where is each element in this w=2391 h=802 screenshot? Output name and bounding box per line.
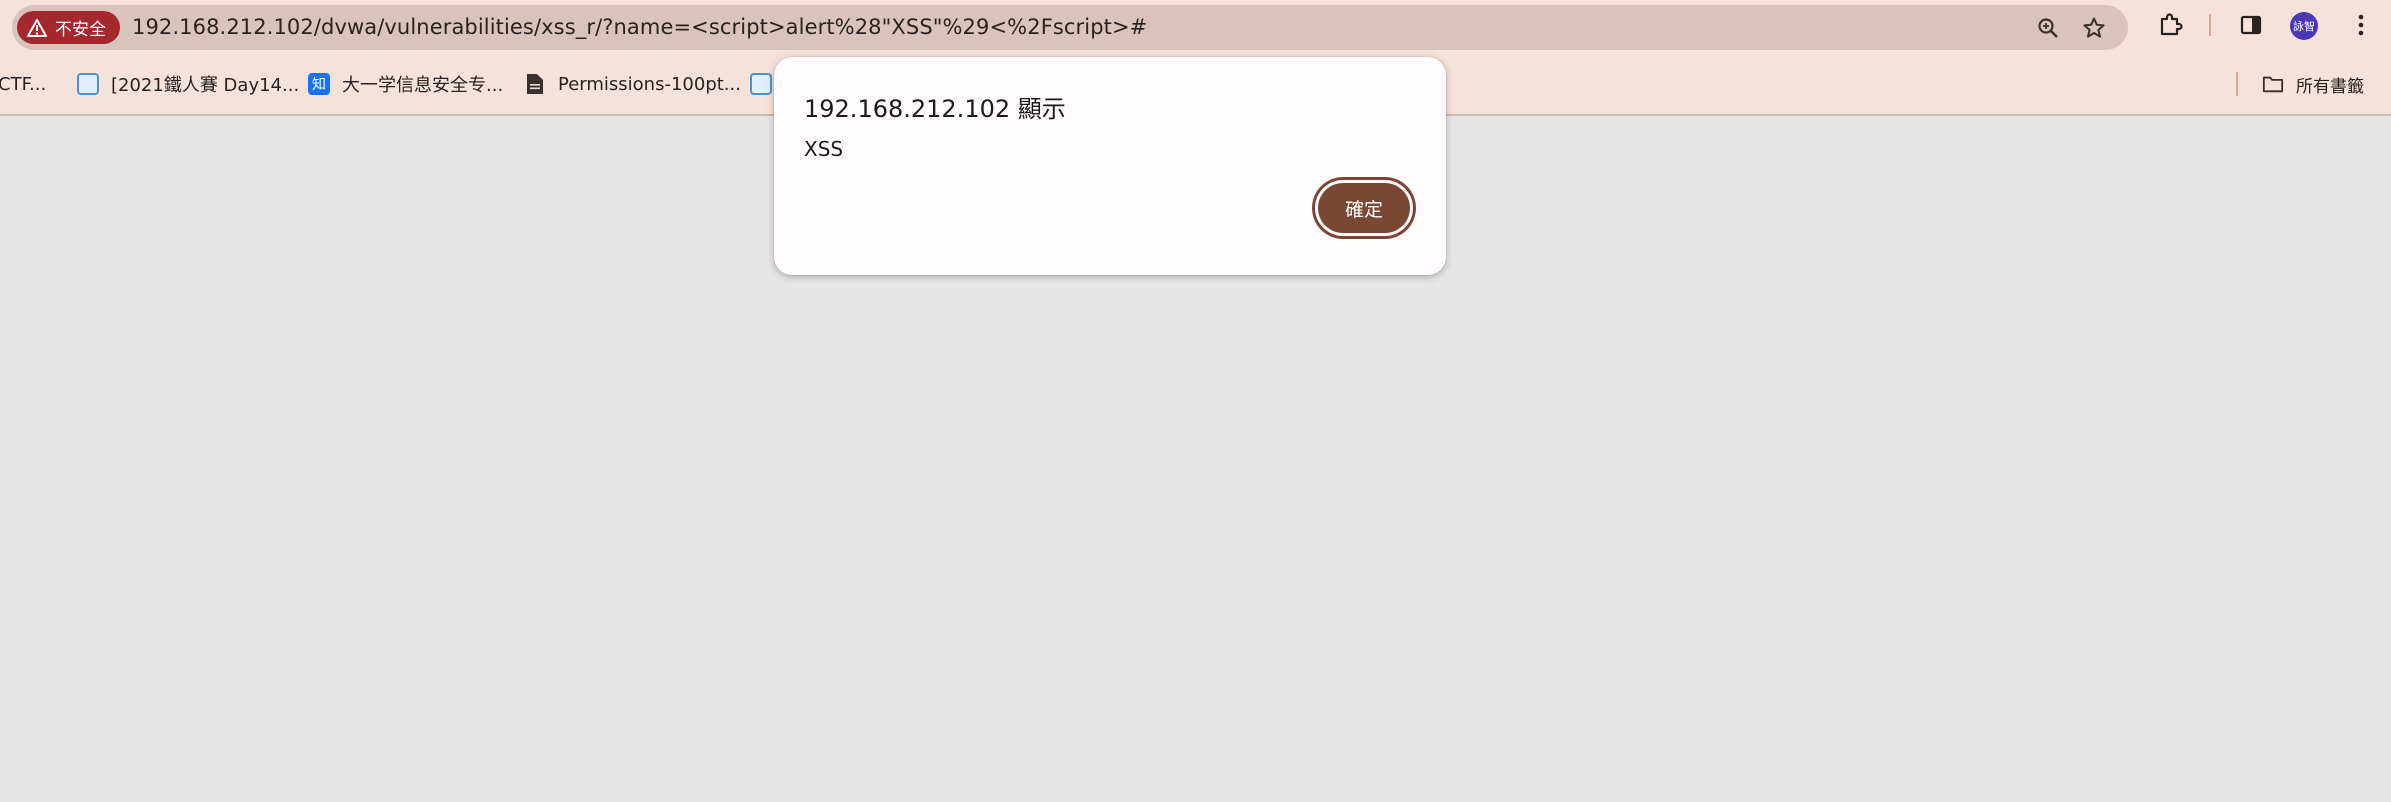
alert-dialog: 192.168.212.102 顯示 XSS 確定 [774,57,1446,275]
bookmark-item[interactable]: [2021鐵人賽 Day14... [77,68,299,100]
bookmark-star-icon[interactable] [2080,14,2108,42]
bookmark-item[interactable]: CTF... [0,68,46,100]
menu-kebab-icon[interactable] [2346,10,2376,40]
bookmark-item[interactable]: Permissions-100pt... [524,68,741,100]
warning-icon [27,18,47,37]
bookmark-label: 大一学信息安全专... [342,75,504,96]
folder-icon [2262,73,2284,95]
security-chip[interactable]: 不安全 [17,11,120,44]
bookmark-label: CTF... [0,73,47,95]
url-text[interactable]: 192.168.212.102/dvwa/vulnerabilities/xss… [132,5,1147,50]
dialog-title: 192.168.212.102 顯示 [804,95,1066,123]
profile-avatar[interactable]: 詠智 [2290,12,2318,40]
address-bar[interactable]: 不安全 192.168.212.102/dvwa/vulnerabilities… [12,5,2128,50]
extensions-icon[interactable] [2156,10,2186,40]
document-icon [524,73,546,95]
security-label: 不安全 [55,20,106,40]
side-panel-icon[interactable] [2236,10,2266,40]
ok-button[interactable]: 確定 [1318,183,1410,233]
ithome-icon [77,73,99,95]
bookmarks-divider [2236,72,2238,96]
zoom-icon[interactable] [2034,14,2062,42]
zhihu-icon: 知 [308,73,330,95]
all-bookmarks-button[interactable]: 所有書籤 [2262,68,2364,100]
all-bookmarks-label: 所有書籤 [2296,76,2364,97]
ithome-icon [750,73,772,95]
toolbar-divider [2209,14,2211,36]
bookmark-label: [2021鐵人賽 Day14... [111,75,300,96]
bookmark-label: Permissions-100pt... [558,73,741,95]
dialog-message: XSS [804,137,844,161]
bookmark-item[interactable]: 知 大一学信息安全专... [308,68,503,100]
